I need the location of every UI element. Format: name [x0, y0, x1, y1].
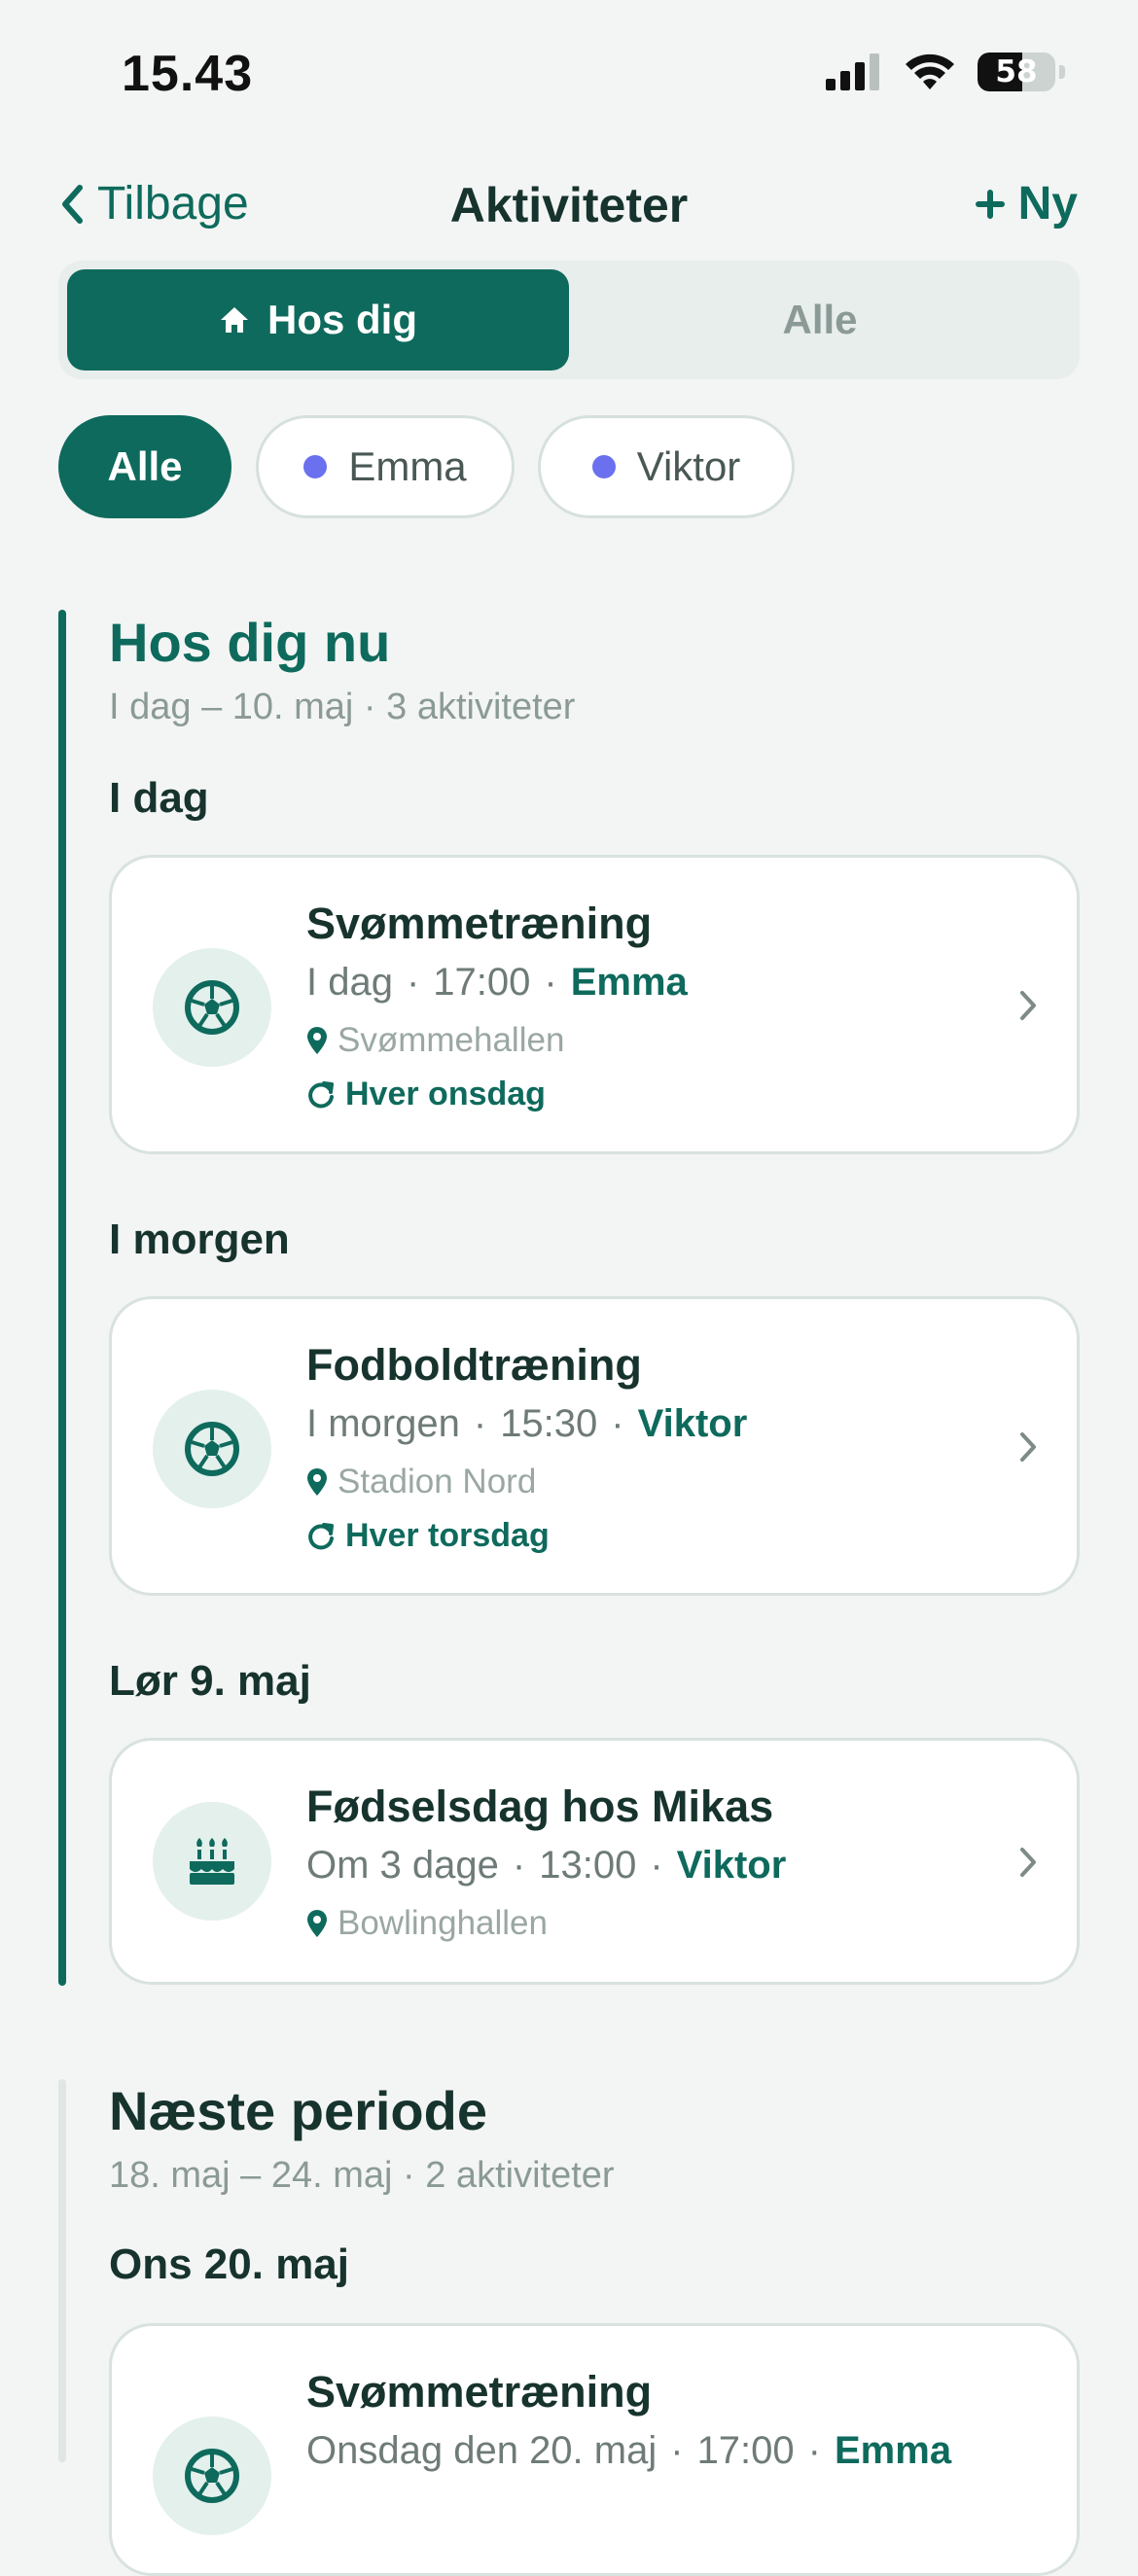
segment-alle-label: Alle — [782, 297, 858, 342]
back-label: Tilbage — [97, 178, 249, 229]
chevron-left-icon — [62, 184, 83, 224]
activity-person: Viktor — [637, 1402, 748, 1445]
section-title: Hos dig nu — [109, 612, 391, 673]
day-label: I dag — [109, 774, 209, 822]
section-title: Næste periode — [109, 2080, 487, 2141]
activity-when: Onsdag den 20. maj — [306, 2429, 658, 2472]
meta-separator: · — [670, 2429, 684, 2472]
activity-recurrence: Hver onsdag — [306, 1076, 546, 1113]
activity-person: Viktor — [676, 1844, 787, 1887]
activity-location-text: Svømmehallen — [338, 1021, 565, 1059]
activity-title: Svømmetræning — [306, 2367, 653, 2417]
activity-when: I morgen — [306, 1402, 460, 1445]
activity-title: Fødselsdag hos Mikas — [306, 1782, 774, 1831]
activity-recurrence-text: Hver torsdag — [345, 1517, 550, 1554]
section-subtitle: I dag – 10. maj · 3 aktiviteter — [109, 687, 576, 727]
plus-icon — [975, 189, 1005, 219]
activity-title: Fodboldtræning — [306, 1340, 642, 1390]
activity-person: Emma — [835, 2429, 952, 2472]
activity-location: Bowlinghallen — [306, 1904, 548, 1943]
activity-time: 17:00 — [696, 2429, 795, 2472]
person-dot — [591, 455, 616, 478]
chevron-right-icon — [1020, 991, 1036, 1020]
activity-meta: Om 3 dage · 13:00 · Viktor — [306, 1844, 786, 1888]
soccer-ball-icon — [185, 1422, 239, 1476]
meta-separator: · — [807, 2429, 821, 2472]
soccer-ball-icon — [185, 980, 239, 1035]
day-label: Lør 9. maj — [109, 1657, 311, 1705]
segment-alle[interactable]: Alle — [569, 269, 1071, 371]
section-accent-bar — [58, 610, 66, 1986]
back-button[interactable]: Tilbage — [58, 177, 249, 230]
status-time: 15.43 — [122, 46, 254, 102]
chevron-right-icon — [1020, 1432, 1036, 1462]
activity-meta: Onsdag den 20. maj · 17:00 · Emma — [306, 2429, 951, 2473]
activity-title: Svømmetræning — [306, 899, 653, 948]
meta-separator: · — [544, 961, 557, 1004]
cellular-signal-icon — [826, 53, 879, 90]
meta-separator: · — [512, 1844, 526, 1887]
activity-location-text: Stadion Nord — [338, 1463, 537, 1500]
activity-person: Emma — [570, 961, 688, 1004]
meta-separator: · — [473, 1402, 487, 1445]
navigation-bar: Tilbage Aktiviteter Ny — [0, 165, 1138, 243]
section-subtitle: 18. maj – 24. maj · 2 aktiviteter — [109, 2155, 615, 2196]
activity-card[interactable]: Fødselsdag hos Mikas Om 3 dage · 13:00 · Vik… — [109, 1738, 1080, 1985]
meta-separator: · — [406, 961, 420, 1004]
activity-card[interactable]: Svømmetræning Onsdag den 20. maj · 17:00 · E… — [109, 2323, 1080, 2576]
activity-meta: I dag · 17:00 · Emma — [306, 961, 688, 1005]
activity-icon-badge — [153, 1802, 271, 1921]
battery-tip — [1059, 65, 1065, 79]
battery-level: 58 — [995, 54, 1038, 89]
activity-recurrence-text: Hver onsdag — [345, 1076, 546, 1112]
filter-chip-label: Emma — [348, 443, 467, 489]
activity-icon-badge — [153, 2417, 271, 2535]
activity-location-text: Bowlinghallen — [338, 1904, 548, 1942]
meta-separator: · — [611, 1402, 624, 1445]
activity-when: Om 3 dage — [306, 1844, 499, 1887]
home-icon — [221, 307, 248, 333]
status-icons: 58 — [826, 53, 1065, 91]
segment-hos-dig-label: Hos dig — [267, 297, 417, 342]
filter-chip-emma[interactable]: Emma — [256, 415, 515, 518]
day-label: I morgen — [109, 1216, 290, 1263]
activity-when: I dag — [306, 961, 393, 1004]
activity-time: 15:30 — [500, 1402, 598, 1445]
filter-chip-viktor[interactable]: Viktor — [538, 415, 795, 518]
activity-meta: I morgen · 15:30 · Viktor — [306, 1402, 747, 1446]
battery-icon: 58 — [978, 53, 1055, 91]
location-pin-icon — [307, 1027, 327, 1054]
wifi-icon — [906, 53, 954, 89]
new-label: Ny — [1017, 178, 1078, 229]
activity-icon-badge — [153, 948, 271, 1067]
person-dot — [303, 455, 328, 478]
chevron-right-icon — [1020, 1848, 1036, 1877]
location-pin-icon — [307, 1910, 327, 1937]
location-pin-icon — [307, 1468, 327, 1496]
repeat-icon — [308, 1080, 334, 1108]
birthday-cake-icon — [190, 1838, 234, 1885]
section-accent-bar — [58, 2079, 66, 2462]
status-bar: 15.43 58 — [0, 0, 1138, 146]
activity-location: Stadion Nord — [306, 1463, 536, 1501]
repeat-icon — [308, 1522, 334, 1549]
activity-recurrence: Hver torsdag — [306, 1517, 550, 1555]
filter-chip-label: Alle — [107, 443, 183, 489]
soccer-ball-icon — [185, 2449, 239, 2503]
new-activity-button[interactable]: Ny — [975, 177, 1078, 230]
activity-time: 17:00 — [433, 961, 531, 1004]
segment-hos-dig[interactable]: Hos dig — [67, 269, 569, 371]
filter-chip-alle[interactable]: Alle — [58, 415, 231, 518]
day-label: Ons 20. maj — [109, 2241, 350, 2288]
activity-time: 13:00 — [539, 1844, 637, 1887]
activity-card[interactable]: Fodboldtræning I morgen · 15:30 · Viktor Sta… — [109, 1296, 1080, 1596]
meta-separator: · — [650, 1844, 663, 1887]
filter-chip-label: Viktor — [636, 443, 741, 489]
activity-location: Svømmehallen — [306, 1021, 564, 1060]
segmented-control: Hos dig Alle — [58, 261, 1080, 379]
activity-icon-badge — [153, 1390, 271, 1508]
activity-card[interactable]: Svømmetræning I dag · 17:00 · Emma Svømmehal… — [109, 855, 1080, 1154]
